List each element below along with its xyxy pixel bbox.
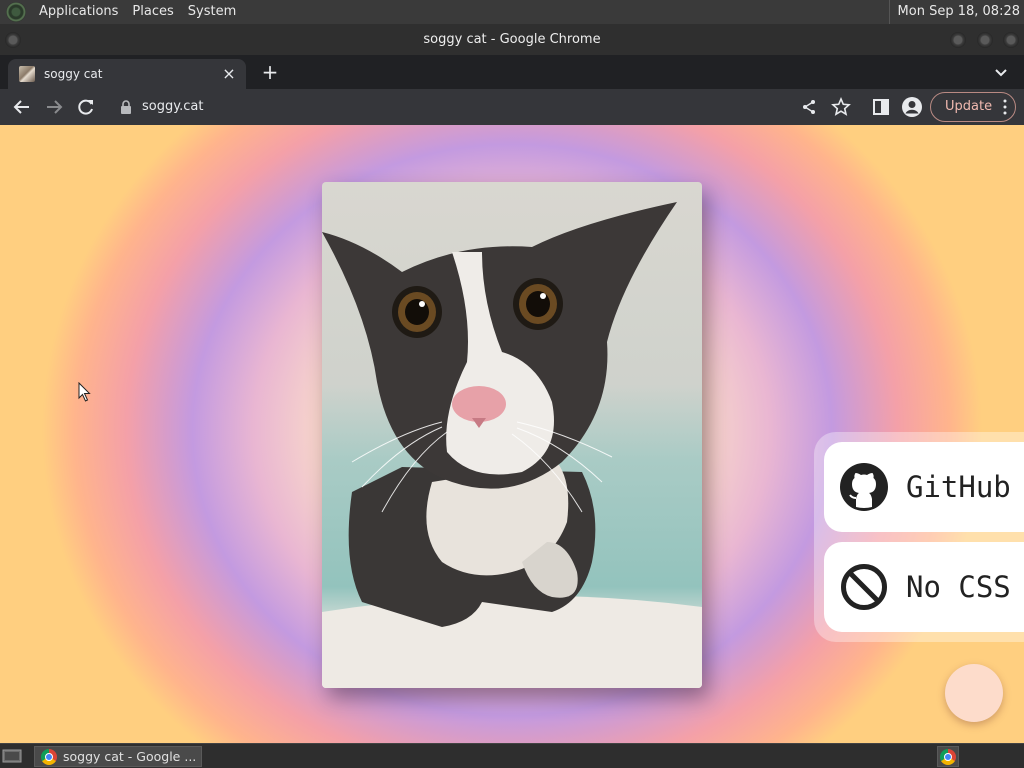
side-panel-button[interactable] [870, 96, 892, 118]
soggy-cat-photo [322, 182, 702, 688]
tab-title: soggy cat [44, 67, 103, 81]
arrow-left-icon [13, 100, 29, 114]
url-text[interactable]: soggy.cat [142, 93, 203, 121]
maximize-button[interactable] [977, 32, 993, 48]
kebab-menu-icon[interactable] [1003, 99, 1007, 115]
links-panel: GitHub No CSS [814, 432, 1024, 642]
reload-button[interactable] [75, 96, 97, 118]
no-css-label: No CSS [906, 570, 1011, 604]
github-label: GitHub [906, 470, 1011, 504]
update-button[interactable]: Update [930, 92, 1016, 122]
close-window-button[interactable] [1003, 32, 1019, 48]
window-menu-button[interactable] [5, 32, 21, 48]
wet-cat-illustration [322, 202, 702, 688]
lock-icon[interactable] [120, 100, 132, 114]
profile-button[interactable] [901, 96, 923, 118]
chevron-down-icon [995, 69, 1007, 77]
forward-button[interactable] [43, 96, 65, 118]
cat-favicon-icon [19, 66, 35, 82]
github-icon [840, 463, 888, 511]
top-panel: Applications Places System Mon Sep 18, 0… [0, 0, 1024, 24]
panel-menu-applications[interactable]: Applications [32, 0, 125, 24]
chrome-tray-icon [940, 749, 956, 765]
tray-chrome-button[interactable] [937, 746, 959, 767]
panel-menu-system[interactable]: System [181, 0, 243, 24]
tab-close-button[interactable]: × [220, 65, 238, 83]
arrow-right-icon [47, 100, 63, 114]
window-title: soggy cat - Google Chrome [423, 32, 601, 47]
star-icon [831, 96, 851, 116]
back-button[interactable] [11, 96, 33, 118]
window-titlebar[interactable]: soggy cat - Google Chrome [0, 24, 1024, 55]
distro-logo-icon[interactable] [6, 2, 26, 22]
browser-toolbar: soggy.cat Update [0, 89, 1024, 125]
tab-search-button[interactable] [992, 63, 1010, 81]
address-bar[interactable]: soggy.cat [110, 93, 810, 121]
floating-action-button[interactable] [945, 664, 1003, 722]
bookmark-button[interactable] [830, 96, 852, 118]
share-button[interactable] [798, 96, 820, 118]
no-entry-icon [841, 564, 887, 610]
taskbar-chrome-window[interactable]: soggy cat - Google ... [34, 746, 202, 767]
update-label: Update [945, 99, 993, 114]
panel-clock[interactable]: Mon Sep 18, 08:28 [888, 0, 1024, 24]
github-link[interactable]: GitHub [824, 442, 1024, 532]
taskbar-window-label: soggy cat - Google ... [63, 749, 197, 764]
no-css-link[interactable]: No CSS [824, 542, 1024, 632]
bottom-taskbar: soggy cat - Google ... [0, 743, 1024, 768]
new-tab-button[interactable]: + [258, 61, 282, 85]
avatar-icon [902, 97, 922, 117]
reload-icon [78, 99, 93, 115]
mouse-cursor-icon [78, 382, 91, 402]
chrome-icon [41, 749, 57, 765]
tab-soggy-cat[interactable]: soggy cat × [8, 59, 246, 89]
page-viewport: GitHub No CSS [0, 125, 1024, 743]
panel-menu-places[interactable]: Places [125, 0, 180, 24]
tab-strip: soggy cat × + [0, 55, 1024, 89]
show-desktop-icon[interactable] [2, 748, 22, 764]
share-icon [803, 100, 815, 114]
minimize-button[interactable] [950, 32, 966, 48]
side-panel-icon [873, 99, 889, 115]
